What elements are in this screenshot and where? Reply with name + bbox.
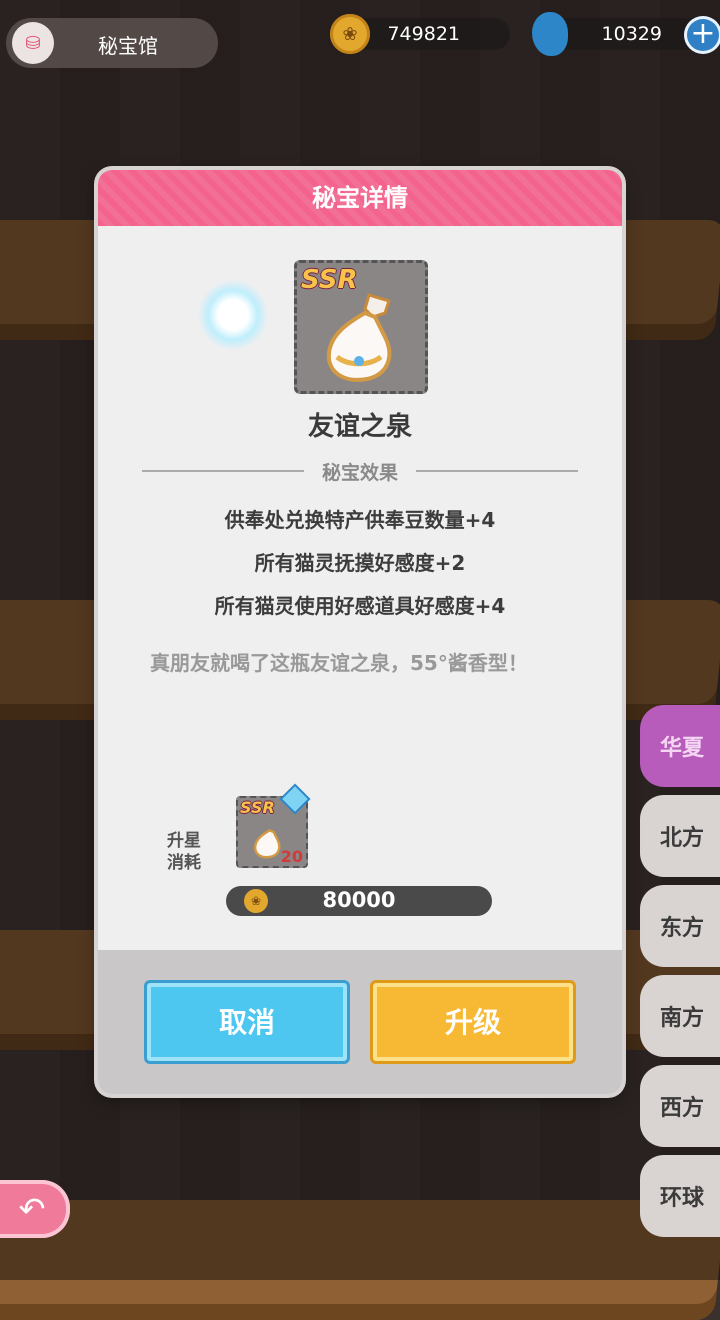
divider-line <box>142 470 304 472</box>
gem-amount: 10329 <box>601 23 662 45</box>
gem-counter: 10329 + <box>532 12 720 56</box>
dialog-footer: 取消 升级 <box>98 950 622 1094</box>
coin-cost-amount: 80000 <box>322 888 396 912</box>
back-button[interactable]: ↶ <box>0 1180 70 1238</box>
upgrade-button[interactable]: 升级 <box>370 980 576 1064</box>
effect-line: 所有猫灵使用好感道具好感度+4 <box>214 594 506 618</box>
upgrade-cost-label: 升星消耗 <box>167 831 201 873</box>
flavor-text: 真朋友就喝了这瓶友谊之泉，55°酱香型！ <box>150 651 528 675</box>
museum-logo-icon: ⛁ <box>12 22 54 64</box>
treasure-item-card: SSR <box>294 260 428 394</box>
sparkle-effect-icon <box>198 280 268 350</box>
museum-title-pill: ⛁ 秘宝馆 <box>6 18 218 68</box>
effects-section-divider: 秘宝效果 <box>142 458 579 484</box>
effect-line: 供奉处兑换特产供奉豆数量+4 <box>224 508 496 532</box>
coin-cost-bar: ❀ 80000 <box>226 886 492 916</box>
tab-huanqiu[interactable]: 环球 <box>640 1155 720 1237</box>
divider-line <box>416 470 579 472</box>
tab-xifang[interactable]: 西方 <box>640 1065 720 1147</box>
paw-coin-icon: ❀ <box>330 14 370 54</box>
coin-amount: 749821 <box>387 23 460 45</box>
tab-dongfang[interactable]: 东方 <box>640 885 720 967</box>
material-count: 20 <box>280 847 303 866</box>
effects-list: 供奉处兑换特产供奉豆数量+4 所有猫灵抚摸好感度+2 所有猫灵使用好感道具好感度… <box>98 506 622 635</box>
coin-counter: ❀ 749821 <box>330 14 510 54</box>
material-rarity: SSR <box>240 798 275 817</box>
back-arrow-icon: ↶ <box>18 1190 46 1228</box>
add-gems-button[interactable]: + <box>684 16 720 54</box>
treasure-name: 友谊之泉 <box>307 412 412 442</box>
effects-section-title: 秘宝效果 <box>322 461 399 484</box>
cancel-button[interactable]: 取消 <box>144 980 350 1064</box>
tab-nanfang[interactable]: 南方 <box>640 975 720 1057</box>
page-title: 秘宝馆 <box>98 34 158 58</box>
top-bar: ⛁ 秘宝馆 ❀ 749821 10329 + <box>0 0 720 80</box>
spirit-gem-icon <box>532 12 568 56</box>
potion-bottle-icon <box>326 293 392 382</box>
tab-beifang[interactable]: 北方 <box>640 795 720 877</box>
region-tabs: 华夏 北方 东方 南方 西方 环球 <box>640 705 720 1245</box>
effect-line: 所有猫灵抚摸好感度+2 <box>254 551 466 575</box>
dialog-title: 秘宝详情 <box>98 170 622 226</box>
treasure-detail-dialog: 秘宝详情 SSR 友谊之泉 秘宝效果 供奉处兑换特产供奉豆数量+4 所有猫灵抚摸… <box>98 170 622 1094</box>
tab-huaxia[interactable]: 华夏 <box>640 705 720 787</box>
